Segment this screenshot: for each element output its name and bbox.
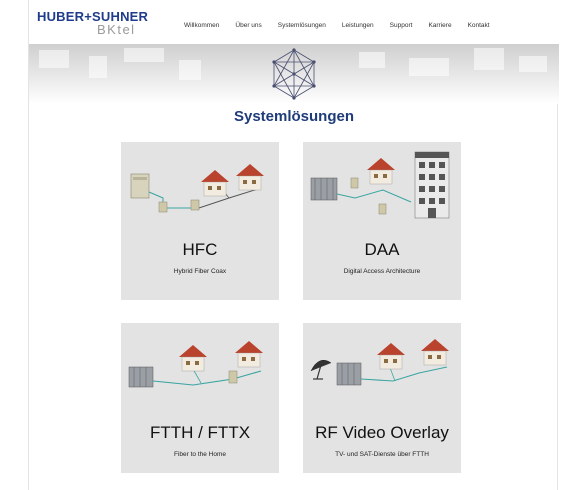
skyline-window (39, 50, 69, 68)
tile-hfc[interactable]: HFC Hybrid Fiber Coax (121, 142, 279, 300)
skyline-window (124, 48, 164, 62)
tile-title: RF Video Overlay (315, 423, 449, 442)
nav-item-willkommen[interactable]: Willkommen (184, 22, 219, 29)
skyline-window (89, 56, 107, 78)
tile-subtitle: Fiber to the Home (173, 451, 227, 458)
nav-item-karriere[interactable]: Karriere (428, 22, 451, 29)
nav-item-ueber-uns[interactable]: Über uns (235, 22, 261, 29)
company-logo[interactable]: HUBER+SUHNER BKtel (37, 9, 148, 37)
tile-daa[interactable]: DAA Digital Access Architecture (303, 142, 461, 300)
skyline-window (519, 56, 547, 72)
page-title: Systemlösungen (233, 108, 355, 125)
skyline-window (409, 58, 449, 76)
tile-title: DAA (364, 240, 400, 259)
tile-rf-video-overlay[interactable]: RF Video Overlay TV- und SAT-Dienste übe… (303, 323, 461, 473)
ftth-network-illustration (128, 341, 263, 388)
daa-network-illustration (310, 151, 450, 219)
site-header: HUBER+SUHNER BKtel Willkommen Über uns S… (29, 0, 559, 44)
hero-banner (29, 44, 559, 104)
nav-item-systemloesungen[interactable]: Systemlösungen (278, 22, 326, 29)
network-hub-icon (272, 48, 316, 100)
tile-title: HFC (182, 240, 218, 259)
tile-subtitle: Digital Access Architecture (343, 268, 421, 275)
nav-item-support[interactable]: Support (390, 22, 413, 29)
main-nav: Willkommen Über uns Systemlösungen Leist… (184, 22, 506, 29)
hfc-network-illustration (130, 164, 264, 213)
nav-item-leistungen[interactable]: Leistungen (342, 22, 374, 29)
skyline-window (474, 48, 504, 70)
tile-subtitle: Hybrid Fiber Coax (173, 268, 227, 275)
tile-title: FTTH / FTTX (149, 423, 251, 442)
tile-subtitle: TV- und SAT-Dienste über FTTH (335, 451, 429, 458)
logo-subtext: BKtel (97, 22, 136, 37)
tile-ftth[interactable]: FTTH / FTTX Fiber to the Home (121, 323, 279, 473)
rf-overlay-network-illustration (310, 339, 449, 386)
nav-item-kontakt[interactable]: Kontakt (468, 22, 490, 29)
skyline-window (179, 60, 201, 80)
page-frame: HUBER+SUHNER BKtel Willkommen Über uns S… (28, 0, 559, 490)
skyline-window (359, 52, 385, 68)
